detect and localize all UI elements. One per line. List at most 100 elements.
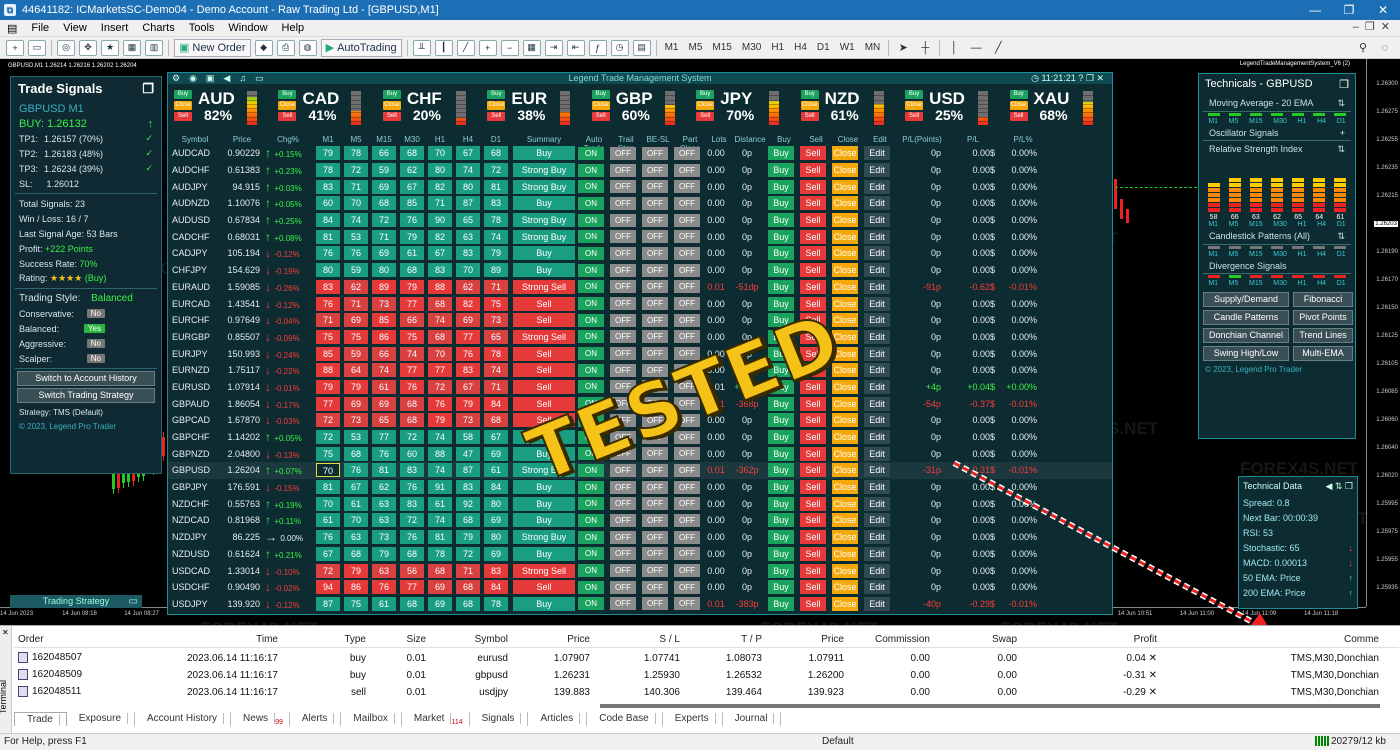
menu-view[interactable]: View — [56, 22, 94, 34]
row-close-button[interactable]: Close — [832, 430, 858, 445]
col-swap[interactable]: Swap — [930, 634, 1017, 647]
row-close-button[interactable]: Close — [832, 446, 858, 461]
globe-icon[interactable]: ◍ — [298, 39, 317, 56]
header-price[interactable]: Price — [222, 135, 262, 145]
cursor-icon[interactable]: ➤ — [894, 39, 912, 57]
row-edit-button[interactable]: Edit — [864, 446, 890, 461]
tool-trend-lines-button[interactable]: Trend Lines — [1293, 328, 1353, 343]
row-close-button[interactable]: Close — [832, 263, 858, 278]
row-close-button[interactable]: Close — [832, 213, 858, 228]
trailstop-toggle[interactable]: OFF — [610, 213, 636, 227]
close-order-icon[interactable]: ✕ — [1146, 653, 1157, 664]
trailstop-toggle[interactable]: OFF — [610, 564, 636, 578]
autoscroll-icon[interactable]: ⇥ — [544, 39, 563, 56]
mdi-controls[interactable]: –❐✕ — [1353, 20, 1396, 33]
currency-sell-button[interactable]: Sell — [382, 112, 401, 121]
col-price[interactable]: Price — [508, 634, 590, 647]
autotrade-toggle[interactable]: ON — [578, 597, 604, 611]
row-symbol[interactable]: GBPAUD — [168, 399, 222, 409]
trailstop-toggle[interactable]: OFF — [610, 246, 636, 260]
header-h1[interactable]: H1 — [426, 135, 454, 145]
autotrade-toggle[interactable]: ON — [578, 513, 604, 527]
partclose-toggle[interactable]: OFF — [674, 313, 700, 327]
bar-chart-icon[interactable]: ╨ — [412, 39, 431, 56]
row-close-button[interactable]: Close — [832, 163, 858, 178]
row-buy-button[interactable]: Buy — [768, 530, 794, 545]
currency-close-button[interactable]: Close — [696, 101, 715, 110]
row-symbol[interactable]: NZDCAD — [168, 515, 222, 525]
zoom-in-icon[interactable]: + — [478, 39, 497, 56]
row-sell-button[interactable]: Sell — [800, 229, 826, 244]
row-symbol[interactable]: NZDCHF — [168, 499, 222, 509]
row-sell-button[interactable]: Sell — [800, 413, 826, 428]
navigator-icon[interactable]: ★ — [101, 39, 119, 56]
besl-toggle[interactable]: OFF — [642, 480, 668, 494]
profiles-icon[interactable]: ▭ — [28, 39, 46, 56]
row-edit-button[interactable]: Edit — [864, 513, 890, 528]
tab-news[interactable]: News 99 — [231, 712, 290, 726]
row-buy-button[interactable]: Buy — [768, 229, 794, 244]
trailstop-toggle[interactable]: OFF — [610, 230, 636, 244]
close-order-icon[interactable]: ✕ — [1146, 670, 1157, 681]
currency-buy-button[interactable]: Buy — [174, 90, 192, 99]
trendline-icon[interactable]: ╱ — [989, 39, 1007, 57]
header-symbol[interactable]: Symbol — [168, 135, 222, 145]
tab-market[interactable]: Market 114 — [402, 712, 470, 726]
autotrade-toggle[interactable]: ON — [578, 246, 604, 260]
col-current-price[interactable]: Price — [762, 634, 844, 647]
menu-tools[interactable]: Tools — [182, 22, 222, 34]
col-comment[interactable]: Comme — [1157, 634, 1387, 647]
autotrade-toggle[interactable]: ON — [578, 180, 604, 194]
row-symbol[interactable]: USDJPY — [168, 599, 222, 609]
close-icon[interactable]: ✕ — [1096, 73, 1104, 83]
plus-icon[interactable]: + — [1340, 128, 1345, 138]
row-sell-button[interactable]: Sell — [800, 580, 826, 595]
row-symbol[interactable]: CADJPY — [168, 248, 222, 258]
row-edit-button[interactable]: Edit — [864, 413, 890, 428]
row-edit-button[interactable]: Edit — [864, 496, 890, 511]
autotrade-toggle[interactable]: ON — [578, 196, 604, 210]
row-buy-button[interactable]: Buy — [768, 546, 794, 561]
row-symbol[interactable]: GBPCAD — [168, 415, 222, 425]
templates-icon[interactable]: ▤ — [632, 39, 651, 56]
partclose-toggle[interactable]: OFF — [674, 146, 700, 160]
tf-d1[interactable]: D1 — [814, 39, 833, 57]
trailstop-toggle[interactable]: OFF — [610, 597, 636, 611]
row-close-button[interactable]: Close — [832, 313, 858, 328]
order-row[interactable]: 162048507 2023.06.14 11:16:17 buy 0.01 eurus… — [14, 650, 1399, 666]
row-edit-button[interactable]: Edit — [864, 263, 890, 278]
row-sell-button[interactable]: Sell — [800, 279, 826, 294]
row-edit-button[interactable]: Edit — [864, 430, 890, 445]
row-close-button[interactable]: Close — [832, 563, 858, 578]
besl-toggle[interactable]: OFF — [642, 230, 668, 244]
partclose-toggle[interactable]: OFF — [674, 213, 700, 227]
row-buy-button[interactable]: Buy — [768, 163, 794, 178]
panel-minimize-icon[interactable]: ❐ — [142, 81, 154, 97]
switch-strategy-button[interactable]: Switch Trading Strategy — [17, 388, 155, 403]
restore-icon[interactable]: ❐ — [1086, 73, 1094, 83]
header-p-l-points-[interactable]: P/L(Points) — [896, 135, 948, 145]
currency-close-button[interactable]: Close — [905, 101, 924, 110]
row-close-button[interactable]: Close — [832, 480, 858, 495]
autotrade-toggle[interactable]: ON — [578, 363, 604, 377]
autotrade-toggle[interactable]: ON — [578, 547, 604, 561]
row-buy-button[interactable]: Buy — [768, 179, 794, 194]
trailstop-toggle[interactable]: OFF — [610, 313, 636, 327]
besl-toggle[interactable]: OFF — [642, 297, 668, 311]
style-scalper-toggle[interactable]: No — [86, 354, 105, 363]
tab-trade[interactable]: Trade — [14, 712, 67, 726]
partclose-toggle[interactable]: OFF — [674, 597, 700, 611]
besl-toggle[interactable]: OFF — [642, 246, 668, 260]
row-sell-button[interactable]: Sell — [800, 596, 826, 611]
tab-alerts[interactable]: Alerts — [290, 712, 342, 726]
row-close-button[interactable]: Close — [832, 196, 858, 211]
close-window-button[interactable]: ✕ — [1366, 0, 1400, 20]
row-edit-button[interactable]: Edit — [864, 546, 890, 561]
row-symbol[interactable]: USDCHF — [168, 582, 222, 592]
tester-icon[interactable]: ▥ — [145, 39, 163, 56]
tab-mailbox[interactable]: Mailbox — [341, 712, 402, 726]
order-row[interactable]: 162048511 2023.06.14 11:16:17 sell 0.01 usdj… — [14, 684, 1399, 700]
tf-m5[interactable]: M5 — [686, 39, 706, 57]
autotrade-toggle[interactable]: ON — [578, 213, 604, 227]
row-close-button[interactable]: Close — [832, 229, 858, 244]
